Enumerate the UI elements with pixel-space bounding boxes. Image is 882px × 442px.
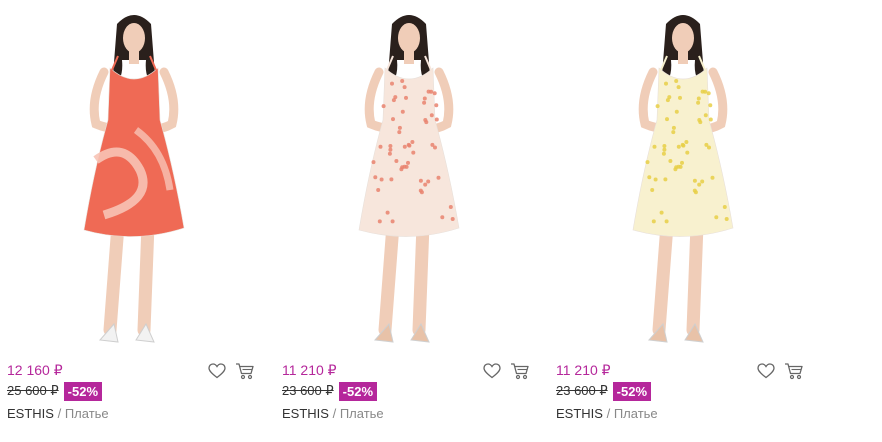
product-photo[interactable] bbox=[279, 0, 539, 352]
product-photo[interactable] bbox=[553, 0, 813, 352]
heart-icon[interactable] bbox=[207, 361, 227, 381]
product-photo[interactable] bbox=[4, 0, 264, 352]
product-card: 11 210 ₽ 23 600 ₽ -52% ESTHIS / Платье bbox=[279, 0, 539, 442]
heart-icon[interactable] bbox=[482, 361, 502, 381]
category-link[interactable]: Платье bbox=[340, 406, 384, 421]
old-price: 23 600 ₽ bbox=[282, 383, 334, 398]
product-actions bbox=[207, 361, 255, 381]
category-link[interactable]: Платье bbox=[614, 406, 658, 421]
heart-icon[interactable] bbox=[756, 361, 776, 381]
brand-row: ESTHIS / Платье bbox=[282, 406, 384, 422]
brand-link[interactable]: ESTHIS bbox=[282, 406, 329, 421]
old-price: 23 600 ₽ bbox=[556, 383, 608, 398]
product-card: 12 160 ₽ 25 600 ₽ -52% ESTHIS / Платье bbox=[4, 0, 264, 442]
current-price: 11 210 ₽ bbox=[556, 362, 611, 378]
cart-icon[interactable] bbox=[235, 361, 255, 381]
price-row: 11 210 ₽ bbox=[282, 362, 530, 380]
model-illustration bbox=[358, 15, 460, 343]
separator: / bbox=[332, 406, 340, 421]
current-price: 11 210 ₽ bbox=[282, 362, 337, 378]
discount-badge: -52% bbox=[612, 381, 652, 401]
model-illustration bbox=[83, 15, 185, 343]
current-price: 12 160 ₽ bbox=[7, 362, 63, 378]
old-price-row: 25 600 ₽ -52% bbox=[7, 381, 103, 401]
price-row: 11 210 ₽ bbox=[556, 362, 804, 380]
brand-link[interactable]: ESTHIS bbox=[7, 406, 54, 421]
category-link[interactable]: Платье bbox=[65, 406, 109, 421]
old-price-row: 23 600 ₽ -52% bbox=[282, 381, 378, 401]
separator: / bbox=[606, 406, 614, 421]
discount-badge: -52% bbox=[338, 381, 378, 401]
discount-badge: -52% bbox=[63, 381, 103, 401]
product-actions bbox=[482, 361, 530, 381]
brand-row: ESTHIS / Платье bbox=[556, 406, 658, 422]
brand-link[interactable]: ESTHIS bbox=[556, 406, 603, 421]
separator: / bbox=[57, 406, 65, 421]
model-illustration bbox=[632, 15, 734, 343]
cart-icon[interactable] bbox=[510, 361, 530, 381]
old-price: 25 600 ₽ bbox=[7, 383, 59, 398]
brand-row: ESTHIS / Платье bbox=[7, 406, 109, 422]
old-price-row: 23 600 ₽ -52% bbox=[556, 381, 652, 401]
price-row: 12 160 ₽ bbox=[7, 362, 255, 380]
product-card: 11 210 ₽ 23 600 ₽ -52% ESTHIS / Платье bbox=[553, 0, 813, 442]
product-grid: 12 160 ₽ 25 600 ₽ -52% ESTHIS / Платье 1… bbox=[0, 0, 882, 442]
cart-icon[interactable] bbox=[784, 361, 804, 381]
product-actions bbox=[756, 361, 804, 381]
